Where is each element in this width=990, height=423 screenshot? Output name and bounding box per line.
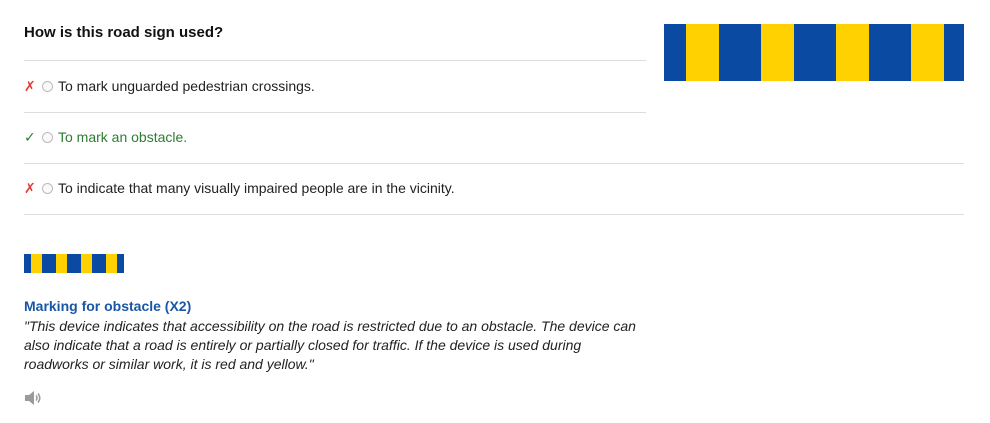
explanation-title: Marking for obstacle (X2) <box>24 298 192 314</box>
road-sign-thumbnail <box>24 254 124 273</box>
road-sign-image <box>664 24 964 81</box>
yellow-stripe <box>911 24 944 81</box>
answer-option-2[interactable]: ✓ To mark an obstacle. <box>24 112 187 162</box>
blue-stripe <box>794 24 836 81</box>
answer-radio[interactable] <box>42 182 53 194</box>
blue-stripe <box>24 254 31 273</box>
incorrect-mark-icon: ✗ <box>24 77 36 94</box>
yellow-stripe <box>686 24 719 81</box>
speaker-icon[interactable] <box>24 389 42 407</box>
blue-stripe <box>92 254 106 273</box>
blue-stripe <box>664 24 686 81</box>
blue-stripe <box>719 24 761 81</box>
answer-option-1[interactable]: ✗ To mark unguarded pedestrian crossings… <box>24 61 315 111</box>
blue-stripe <box>117 254 124 273</box>
blue-stripe <box>67 254 81 273</box>
answer-option-3[interactable]: ✗ To indicate that many visually impaire… <box>24 163 455 213</box>
answer-text: To mark an obstacle. <box>58 129 188 145</box>
explanation-text: "This device indicates that accessibilit… <box>24 318 636 372</box>
yellow-stripe <box>31 254 42 273</box>
answer-text: To mark unguarded pedestrian crossings. <box>58 78 315 94</box>
yellow-stripe <box>56 254 67 273</box>
answer-text: To indicate that many visually impaired … <box>58 180 455 196</box>
yellow-stripe <box>81 254 92 273</box>
yellow-stripe <box>761 24 794 81</box>
divider <box>24 214 964 215</box>
answer-radio[interactable] <box>42 80 53 92</box>
yellow-stripe <box>836 24 869 81</box>
yellow-stripe <box>106 254 117 273</box>
incorrect-mark-icon: ✗ <box>24 179 36 196</box>
blue-stripe <box>869 24 911 81</box>
blue-stripe <box>944 24 964 81</box>
correct-mark-icon: ✓ <box>24 128 36 145</box>
question-title: How is this road sign used? <box>24 24 224 41</box>
answer-radio[interactable] <box>42 131 53 143</box>
blue-stripe <box>42 254 56 273</box>
